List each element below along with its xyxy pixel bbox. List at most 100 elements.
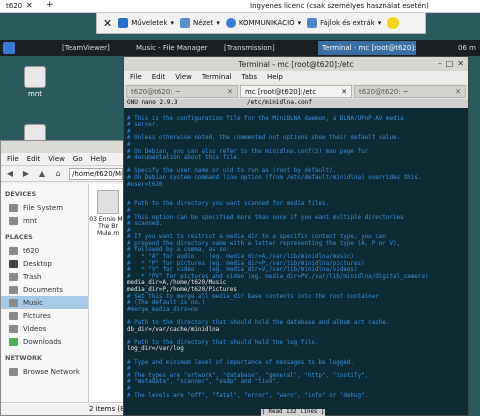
fm-menu-view[interactable]: View [48, 155, 65, 163]
editor-line: db_dir=/var/cache/minidlna [127, 326, 220, 333]
tab-close-icon[interactable]: ✕ [455, 88, 461, 96]
editor-line: #merge_media_dirs=no [127, 306, 198, 313]
task-file-manager[interactable]: Music - File Manager [132, 41, 220, 55]
sidebar-item-label: mnt [23, 216, 37, 225]
task-terminal[interactable]: Terminal - mc [root@t620]:/... [318, 41, 416, 55]
home-folder-icon [9, 246, 18, 255]
terminal-tab-1[interactable]: t620@t620: ~ ✕ [126, 85, 238, 98]
maximize-icon[interactable]: □ [446, 59, 454, 68]
sidebar-item-t620[interactable]: t620 [1, 244, 88, 257]
location-bar[interactable]: /home/t620/Music [69, 167, 123, 180]
editor-line: # The types are "artwork", "database", "… [127, 372, 369, 379]
forward-icon[interactable]: ▶ [21, 169, 31, 179]
editor-line: media_dir=P,/home/t620/Pictures [127, 287, 237, 294]
view-menu[interactable]: Nézet ▾ [180, 18, 220, 28]
tab-label: t620@t620: ~ [359, 88, 409, 96]
sidebar-item-desktop[interactable]: Desktop [1, 257, 88, 270]
editor-line: # scanned. [127, 221, 163, 228]
sidebar-item-downloads[interactable]: Downloads [1, 335, 88, 348]
fm-menu-file[interactable]: File [7, 155, 19, 163]
fm-menubar: File Edit View Go Help [1, 153, 127, 166]
sidebar-item-label: Music [23, 298, 43, 307]
audio-file-icon[interactable] [97, 190, 119, 214]
back-icon[interactable]: ◀ [5, 169, 15, 179]
smiley-icon[interactable] [387, 17, 400, 29]
fm-content: 03 Ennio M - The Br Mule.m [89, 184, 127, 404]
term-menu-terminal[interactable]: Terminal [202, 73, 232, 82]
terminal-tab-3[interactable]: t620@t620: ~ ✕ [354, 85, 466, 98]
term-menu-file[interactable]: File [130, 73, 142, 82]
editor-line: # [127, 385, 131, 392]
sidebar-item-label: Browse Network [23, 367, 80, 376]
tab-close-icon[interactable]: ✕ [26, 1, 33, 10]
sidebar-item-browse-network[interactable]: Browse Network [1, 365, 88, 378]
actions-menu[interactable]: Műveletek ▾ [118, 18, 174, 28]
lightning-icon [118, 18, 129, 28]
editor-line: log_dir=/var/log [127, 346, 184, 353]
term-menu-edit[interactable]: Edit [152, 73, 166, 82]
communication-menu[interactable]: KOMMUNIKÁCIÓ ▾ [225, 18, 301, 28]
close-icon[interactable]: ✕ [457, 59, 464, 68]
sidebar-item-label: Downloads [23, 337, 62, 346]
tab-label: mc [root@t620]:/etc [245, 88, 317, 96]
task-teamviewer-label: [TeamViewer] [62, 44, 110, 52]
fm-menu-edit[interactable]: Edit [27, 155, 41, 163]
minimize-icon[interactable]: – [438, 59, 442, 68]
editor-line: # [127, 227, 131, 234]
clock: 06 m [458, 44, 476, 52]
session-tab[interactable]: t620 [6, 2, 22, 10]
fm-navbar: ◀ ▶ ▲ ⌂ /home/t620/Music [1, 166, 127, 182]
fm-menu-go[interactable]: Go [73, 155, 83, 163]
fm-menu-help[interactable]: Help [91, 155, 107, 163]
task-transmission-label: [Transmission] [224, 44, 275, 52]
term-menu-view[interactable]: View [175, 73, 192, 82]
editor-line: # server. [127, 122, 159, 129]
editor-line: # [127, 207, 131, 214]
file-icon [307, 18, 318, 28]
sidebar-item-music[interactable]: Music [1, 296, 88, 309]
sidebar-item-file-system[interactable]: File System [1, 201, 88, 214]
teamviewer-toolbar: ✕ Műveletek ▾ Nézet ▾ KOMMUNIKÁCIÓ ▾ Fáj… [96, 13, 426, 34]
sidebar-item-label: Trash [23, 272, 42, 281]
actions-label: Műveletek [131, 19, 168, 27]
nano-version: GNU nano 2.9.3 [127, 99, 178, 106]
sidebar-item-mnt[interactable]: mnt [1, 214, 88, 227]
term-menu-tabs[interactable]: Tabs [242, 73, 258, 82]
task-transmission[interactable]: [Transmission] [220, 41, 318, 55]
add-tab-icon[interactable]: + [46, 0, 54, 10]
sidebar-item-trash[interactable]: Trash [1, 270, 88, 283]
editor-line: # This is the configuration file for the… [127, 115, 404, 122]
editor-line: # Specify the user name or uid to run as… [127, 168, 337, 175]
sidebar-item-pictures[interactable]: Pictures [1, 309, 88, 322]
close-session-icon[interactable]: ✕ [103, 17, 112, 30]
sidebar-item-videos[interactable]: Videos [1, 322, 88, 335]
desktop-icon-mnt[interactable]: mnt [20, 66, 50, 98]
terminal-tab-2[interactable]: mc [root@t620]:/etc ✕ [240, 85, 352, 98]
sidebar-item-label: Desktop [23, 259, 52, 268]
term-menu-help[interactable]: Help [267, 73, 283, 82]
files-extras-menu[interactable]: Fájlok és extrák ▾ [307, 18, 381, 28]
sidebar-item-label: t620 [23, 246, 40, 255]
editor-line: # On Debian system command line option (… [127, 174, 422, 181]
file-item-label[interactable]: 03 Ennio M - The Br Mule.m [89, 216, 127, 246]
sidebar-item-documents[interactable]: Documents [1, 283, 88, 296]
home-icon[interactable]: ⌂ [53, 169, 63, 179]
terminal-tabs: t620@t620: ~ ✕ mc [root@t620]:/etc ✕ t620@… [124, 84, 468, 99]
fm-titlebar[interactable] [1, 141, 127, 153]
tab-close-icon[interactable]: ✕ [341, 88, 347, 96]
up-icon[interactable]: ▲ [37, 169, 47, 179]
editor-line: # "metadata", "scanner", "ssdp" and "tiv… [127, 379, 280, 386]
editor-line: # * "A" for audio (eg. media_dir=A,/var/… [127, 254, 354, 261]
task-teamviewer[interactable]: [TeamViewer] [58, 41, 132, 55]
app-menu-icon[interactable] [3, 42, 15, 54]
editor-line: # * "V" for video (eg. media_dir=V,/var/… [127, 267, 358, 274]
tab-close-icon[interactable]: ✕ [227, 88, 233, 96]
editor-line: # * "PV" for pictures and video (eg. med… [127, 273, 429, 280]
editor-buffer[interactable]: # This is the configuration file for the… [124, 108, 468, 404]
terminal-titlebar[interactable]: Terminal - mc [root@t620]:/etc – □ ✕ [124, 57, 468, 71]
